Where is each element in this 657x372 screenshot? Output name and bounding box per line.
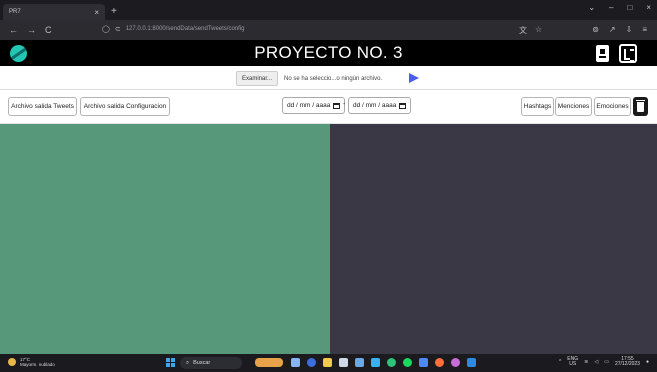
- trash-icon[interactable]: [633, 97, 648, 116]
- search-icon: ⌕: [186, 359, 190, 366]
- app-header: PROYECTO NO. 3: [0, 40, 657, 66]
- forward-icon[interactable]: →: [27, 25, 36, 35]
- output-pane[interactable]: [330, 124, 657, 354]
- mail-icon[interactable]: [371, 358, 380, 367]
- back-icon[interactable]: ←: [9, 25, 18, 35]
- chat-icon[interactable]: [419, 358, 428, 367]
- report-icon[interactable]: [619, 44, 637, 63]
- maximize-icon[interactable]: □: [627, 3, 632, 12]
- address-actions: 文 ☆: [519, 25, 542, 36]
- navigation-bar: ← → C ◯ ⊂ 127.0.0.1:8000/sendData/sendTw…: [0, 20, 657, 40]
- date-from-text: dd / mm / aaaa: [287, 102, 331, 109]
- vscode-icon[interactable]: [467, 358, 476, 367]
- menciones-button[interactable]: Menciones: [555, 97, 592, 116]
- upload-bar: Examinar... No se ha seleccio...o ningún…: [0, 66, 657, 90]
- firefox-icon[interactable]: [435, 358, 444, 367]
- close-window-icon[interactable]: ×: [646, 3, 651, 12]
- date-to-text: dd / mm / aaaa: [353, 102, 397, 109]
- send-icon[interactable]: [409, 73, 419, 83]
- minimize-icon[interactable]: –: [609, 3, 613, 12]
- widgets-icon[interactable]: [255, 358, 283, 367]
- task-view-icon[interactable]: [291, 358, 300, 367]
- browser-window: PR7 × + ⌄ – □ × ← → C ◯ ⊂ 127.0.0.1:8000…: [0, 0, 657, 372]
- extensions-icon[interactable]: ↗: [609, 25, 616, 34]
- calculator-icon[interactable]: [355, 358, 364, 367]
- url-text[interactable]: 127.0.0.1:8000/sendData/sendTweets/confi…: [126, 26, 245, 32]
- windows-taskbar: 17°C Mayorm. nublado ⌕ Buscar ^ ENG US ≋: [0, 354, 657, 372]
- weather-sun-icon: [8, 358, 16, 366]
- wifi-icon[interactable]: ≋: [584, 359, 588, 365]
- pocket-icon[interactable]: ⊚: [592, 25, 599, 34]
- toolbar-extensions: ⊚ ↗ ⇩ ≡: [592, 25, 647, 34]
- browse-button[interactable]: Examinar...: [236, 71, 279, 86]
- menu-icon[interactable]: ≡: [642, 25, 647, 34]
- config-output-button[interactable]: Archivo salida Configuracion: [80, 97, 170, 116]
- file-input[interactable]: Examinar... No se ha seleccio...o ningún…: [236, 71, 405, 86]
- weather-widget[interactable]: 17°C Mayorm. nublado: [8, 357, 55, 367]
- window-controls: ⌄ – □ ×: [588, 3, 651, 12]
- tray-chevron-icon[interactable]: ^: [559, 359, 561, 365]
- reload-icon[interactable]: C: [45, 25, 52, 35]
- notification-icon[interactable]: ●: [646, 359, 649, 365]
- input-pane[interactable]: [0, 124, 330, 354]
- paint-icon[interactable]: [451, 358, 460, 367]
- shield-icon: ◯: [102, 26, 110, 33]
- page-title: PROYECTO NO. 3: [254, 43, 403, 62]
- battery-icon[interactable]: ▭: [604, 359, 609, 365]
- tab-close-icon[interactable]: ×: [94, 8, 99, 17]
- file-explorer-icon[interactable]: [323, 358, 332, 367]
- weather-desc: Mayorm. nublado: [20, 362, 55, 367]
- language-indicator[interactable]: ENG US: [567, 357, 578, 367]
- store-icon[interactable]: [339, 358, 348, 367]
- file-status-label: No se ha seleccio...o ningún archivo.: [284, 75, 383, 82]
- tweets-output-button[interactable]: Archivo salida Tweets: [8, 97, 77, 116]
- emociones-button[interactable]: Emociones: [594, 97, 631, 116]
- spotify-icon[interactable]: [403, 358, 412, 367]
- new-tab-icon[interactable]: +: [111, 6, 117, 17]
- browser-tab[interactable]: PR7 ×: [3, 4, 105, 20]
- hashtags-button[interactable]: Hashtags: [521, 97, 554, 116]
- media-icon[interactable]: [387, 358, 396, 367]
- downloads-icon[interactable]: ⇩: [626, 25, 633, 34]
- date-to-input[interactable]: dd / mm / aaaa: [348, 97, 412, 114]
- edge-icon[interactable]: [307, 358, 316, 367]
- date-from-input[interactable]: dd / mm / aaaa: [282, 97, 346, 114]
- clock[interactable]: 17:55 27/12/2023: [615, 357, 640, 367]
- tab-title: PR7: [9, 9, 21, 15]
- bookmark-star-icon[interactable]: ☆: [535, 25, 542, 36]
- calendar-icon[interactable]: [399, 102, 407, 109]
- document-badge-icon[interactable]: [596, 45, 609, 62]
- start-menu-icon[interactable]: [166, 358, 175, 367]
- address-bar[interactable]: ◯ ⊂ 127.0.0.1:8000/sendData/sendTweets/c…: [102, 25, 244, 33]
- volume-icon[interactable]: ◁: [594, 359, 598, 365]
- search-label: Buscar: [193, 360, 211, 366]
- taskbar-search[interactable]: ⌕ Buscar: [180, 357, 242, 369]
- tab-strip: PR7 × + ⌄ – □ ×: [0, 0, 657, 20]
- tab-list-chevron-icon[interactable]: ⌄: [588, 3, 595, 12]
- page-info-icon: ⊂: [114, 26, 121, 33]
- date-separator: -: [343, 101, 346, 108]
- system-tray: ^ ENG US ≋ ◁ ▭ 17:55 27/12/2023 ●: [559, 357, 649, 367]
- calendar-icon[interactable]: [333, 102, 341, 109]
- translate-icon[interactable]: 文: [519, 25, 527, 36]
